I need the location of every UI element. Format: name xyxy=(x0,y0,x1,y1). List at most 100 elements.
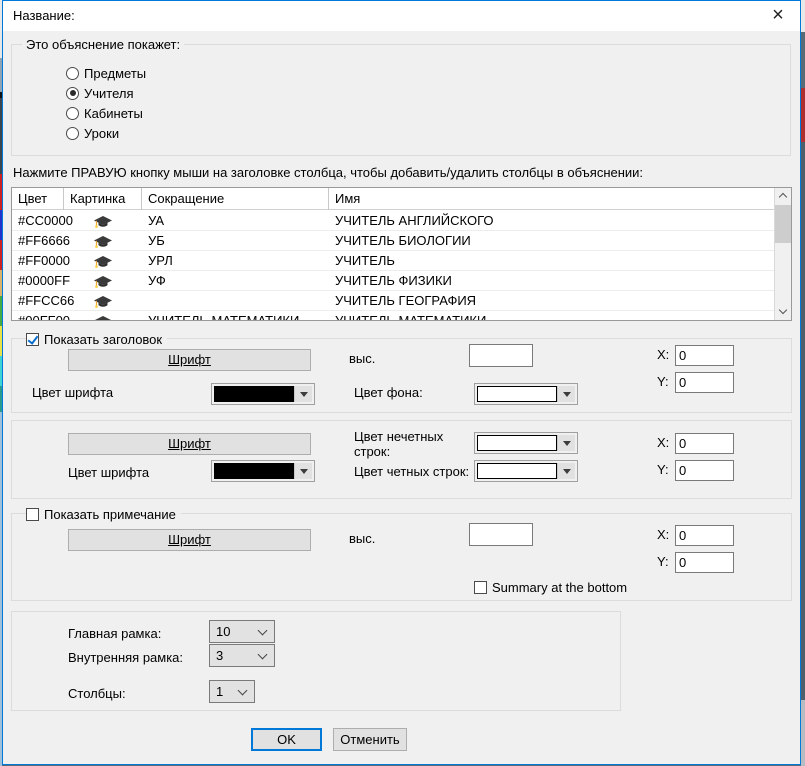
column-header-abbr[interactable]: Сокращение xyxy=(142,188,329,210)
radio-label: Предметы xyxy=(84,66,146,81)
checkbox-label: Показать заголовок xyxy=(44,332,162,347)
color-swatch xyxy=(477,463,557,479)
table-scrollbar[interactable] xyxy=(774,188,791,320)
cell-name: УЧИТЕЛЬ АНГЛИЙСКОГО xyxy=(335,211,494,231)
cell-abbreviation: УФ xyxy=(148,271,166,291)
column-header-picture[interactable]: Картинка xyxy=(64,188,142,210)
table-row[interactable]: #0000FF УФ УЧИТЕЛЬ ФИЗИКИ xyxy=(12,271,775,291)
rows-y-label: Y: xyxy=(657,462,669,478)
radio-circle-icon[interactable] xyxy=(66,67,79,80)
note-font-button[interactable]: Шрифт xyxy=(68,529,311,551)
combo-value: 1 xyxy=(216,684,223,699)
color-swatch xyxy=(214,386,294,402)
chevron-down-icon xyxy=(258,626,268,636)
header-x-input[interactable] xyxy=(675,345,734,366)
close-icon[interactable]: × xyxy=(762,1,794,31)
note-x-label: X: xyxy=(657,527,669,543)
show-header-checkbox[interactable]: Показать заголовок xyxy=(26,331,167,347)
radio-option-3[interactable]: Кабинеты xyxy=(66,105,143,121)
header-y-input[interactable] xyxy=(675,372,734,393)
main-frame-combo[interactable]: 10 xyxy=(209,620,275,643)
header-height-label: выс. xyxy=(349,351,375,367)
graduation-cap-icon xyxy=(64,251,142,271)
titlebar: Название: × xyxy=(3,1,800,31)
header-height-input[interactable] xyxy=(469,344,533,367)
table-header: Цвет Картинка Сокращение Имя xyxy=(12,188,791,210)
table-row[interactable]: #FF0000 УРЛ УЧИТЕЛЬ xyxy=(12,251,775,271)
radio-label: Уроки xyxy=(84,126,119,141)
note-height-input[interactable] xyxy=(469,523,533,546)
combo-value: 3 xyxy=(216,648,223,663)
header-bg-color-combo[interactable] xyxy=(474,383,578,405)
scroll-down-icon[interactable] xyxy=(775,304,791,320)
rows-y-input[interactable] xyxy=(675,460,734,481)
columns-label: Столбцы: xyxy=(68,686,126,702)
rows-section: Шрифт Цвет нечетных строк: X: Цвет шрифт… xyxy=(11,420,792,499)
column-header-color[interactable]: Цвет xyxy=(12,188,64,210)
scrollbar-thumb[interactable] xyxy=(775,205,791,243)
scroll-up-icon[interactable] xyxy=(775,188,791,204)
radio-circle-icon[interactable] xyxy=(66,87,79,100)
ok-button[interactable]: OK xyxy=(251,728,322,751)
radio-circle-icon[interactable] xyxy=(66,107,79,120)
table-row[interactable]: #FF6666УБУЧИТЕЛЬ БИОЛОГИИ xyxy=(12,231,775,251)
rows-x-label: X: xyxy=(657,435,669,451)
cell-color-hex: #FF6666 xyxy=(18,231,70,251)
cell-abbreviation: УБ xyxy=(148,231,165,251)
radio-option-2[interactable]: Учителя xyxy=(66,85,134,101)
checkbox-box[interactable] xyxy=(474,581,487,594)
cell-abbreviation: УРЛ xyxy=(148,251,173,271)
cell-name: УЧИТЕЛЬ xyxy=(335,251,395,271)
cancel-button[interactable]: Отменить xyxy=(333,728,407,751)
dropdown-arrow-icon[interactable] xyxy=(557,386,575,402)
dropdown-arrow-icon[interactable] xyxy=(557,463,575,479)
rows-x-input[interactable] xyxy=(675,433,734,454)
cell-abbreviation: УЧИТЕЛЬ МАТЕМАТИКИ xyxy=(148,311,299,321)
dialog-window: Название: × Это объяснение покажет: Пред… xyxy=(2,0,801,765)
checkbox-box[interactable] xyxy=(26,508,39,521)
dropdown-arrow-icon[interactable] xyxy=(294,386,312,402)
instruction-text: Нажмите ПРАВУЮ кнопку мыши на заголовке … xyxy=(13,165,643,180)
checkbox-label: Summary at the bottom xyxy=(492,580,627,595)
graduation-cap-icon xyxy=(64,311,142,321)
inner-frame-label: Внутренняя рамка: xyxy=(68,650,183,666)
rows-font-button[interactable]: Шрифт xyxy=(68,433,311,455)
header-section: Показать заголовок Шрифт выс. X: Y: Цвет… xyxy=(11,338,792,413)
cell-color-hex: #0000FF xyxy=(18,271,70,291)
rows-font-color-combo[interactable] xyxy=(211,460,315,482)
radio-option-4[interactable]: Уроки xyxy=(66,125,119,141)
dropdown-arrow-icon[interactable] xyxy=(557,435,575,451)
columns-combo[interactable]: 1 xyxy=(209,680,255,703)
header-y-label: Y: xyxy=(657,374,669,390)
graduation-cap-icon xyxy=(64,211,142,231)
main-frame-label: Главная рамка: xyxy=(68,626,161,642)
cell-color-hex: #FF0000 xyxy=(18,251,70,271)
show-note-checkbox[interactable]: Показать примечание xyxy=(26,506,181,522)
header-font-button[interactable]: Шрифт xyxy=(68,349,311,371)
odd-rows-color-combo[interactable] xyxy=(474,432,578,454)
graduation-cap-icon xyxy=(64,231,142,251)
radio-circle-icon[interactable] xyxy=(66,127,79,140)
dialog-title: Название: xyxy=(13,1,75,31)
note-section: Показать примечание Шрифт выс. X: Y: Sum… xyxy=(11,513,792,601)
cell-name: УЧИТЕЛЬ МАТЕМАТИКИ xyxy=(335,311,486,321)
cell-abbreviation: УА xyxy=(148,211,164,231)
note-y-input[interactable] xyxy=(675,552,734,573)
frames-section: Главная рамка: 10 Внутренняя рамка: 3 Ст… xyxy=(11,611,621,711)
dropdown-arrow-icon[interactable] xyxy=(294,463,312,479)
table-row[interactable]: #FFCC66УЧИТЕЛЬ ГЕОГРАФИЯ xyxy=(12,291,775,311)
table-row[interactable]: #00FF00 УЧИТЕЛЬ МАТЕМАТИКИ УЧИТЕЛЬ МАТЕМАТ… xyxy=(12,311,775,321)
header-font-color-combo[interactable] xyxy=(211,383,315,405)
summary-at-bottom-checkbox[interactable]: Summary at the bottom xyxy=(474,579,632,595)
column-header-name[interactable]: Имя xyxy=(329,188,775,210)
table-row[interactable]: #CC0000УАУЧИТЕЛЬ АНГЛИЙСКОГО xyxy=(12,211,775,231)
note-x-input[interactable] xyxy=(675,525,734,546)
rows-font-color-label: Цвет шрифта xyxy=(68,465,149,481)
cell-name: УЧИТЕЛЬ ФИЗИКИ xyxy=(335,271,452,291)
checkbox-box[interactable] xyxy=(26,333,39,346)
radio-option-1[interactable]: Предметы xyxy=(66,65,146,81)
inner-frame-combo[interactable]: 3 xyxy=(209,644,275,667)
header-x-label: X: xyxy=(657,347,669,363)
cell-color-hex: #00FF00 xyxy=(18,311,70,321)
even-rows-color-combo[interactable] xyxy=(474,460,578,482)
